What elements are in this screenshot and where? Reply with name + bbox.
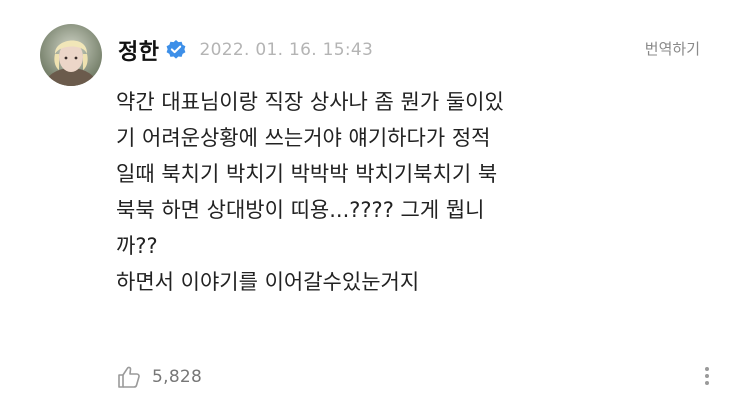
avatar[interactable]	[40, 24, 102, 86]
post-body: 약간 대표님이랑 직장 상사나 좀 뭔가 둘이있 기 어려운상황에 쓰는거야 얘…	[116, 84, 726, 300]
post-timestamp: 2022. 01. 16. 15:43	[199, 40, 374, 60]
more-options-button[interactable]	[702, 364, 712, 392]
verified-badge-icon	[165, 39, 187, 61]
post-body-line: 약간 대표님이랑 직장 상사나 좀 뭔가 둘이있	[116, 90, 504, 114]
author-name[interactable]: 정한	[118, 34, 159, 66]
translate-button[interactable]: 번역하기	[645, 38, 700, 59]
like-count: 5,828	[152, 367, 203, 387]
like-button[interactable]: 5,828	[116, 364, 202, 390]
more-vertical-icon	[702, 367, 712, 385]
post-body-line: 하면서 이야기를 이어갈수있눈거지	[116, 270, 420, 294]
post-body-line: 까??	[116, 234, 158, 258]
post-body-line: 북북 하면 상대방이 띠용...???? 그게 뭡니	[116, 198, 485, 222]
thumbs-up-icon	[116, 364, 142, 390]
post-body-line: 일때 북치기 박치기 박박박 박치기북치기 북	[116, 162, 498, 186]
avatar-image	[40, 24, 102, 86]
post-body-line: 기 어려운상황에 쓰는거야 얘기하다가 정적	[116, 126, 491, 150]
post-header: 정한 2022. 01. 16. 15:43	[118, 32, 373, 68]
post-card: 정한 2022. 01. 16. 15:43 번역하기 약간 대표님이랑 직장 …	[0, 0, 750, 418]
